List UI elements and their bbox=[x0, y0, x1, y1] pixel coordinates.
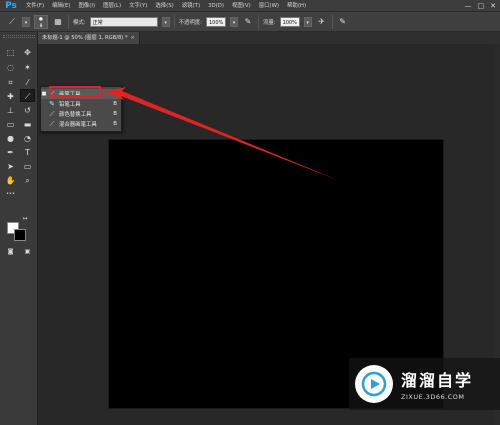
brush-preset-dropdown[interactable]: ▾ bbox=[22, 16, 30, 27]
menu-select[interactable]: 选择(S) bbox=[151, 0, 177, 12]
more-tools-icon[interactable]: ••• bbox=[3, 188, 18, 201]
brush-size-picker[interactable]: ● 8 bbox=[34, 14, 48, 29]
quick-mask-icon[interactable]: ◙ bbox=[3, 245, 18, 258]
path-select-icon[interactable]: ➤ bbox=[3, 160, 18, 173]
flyout-shortcut: B bbox=[113, 111, 117, 117]
minimize-icon[interactable]: — bbox=[465, 0, 472, 12]
document-tab-strip: 未标题-1 @ 50% (图层 1, RGB/8) * × bbox=[38, 32, 500, 44]
dodge-icon[interactable]: ◔ bbox=[20, 132, 35, 145]
window-controls: — □ ✕ bbox=[465, 0, 497, 12]
airbrush-icon[interactable]: ✈ bbox=[316, 16, 328, 28]
flow-label: 流量: bbox=[263, 19, 276, 26]
document-tab-title: 未标题-1 @ 50% (图层 1, RGB/8) * bbox=[42, 35, 128, 41]
play-icon bbox=[361, 371, 387, 397]
eyedropper-icon[interactable]: ⁄ bbox=[20, 76, 35, 89]
mode-select[interactable]: 正常 bbox=[89, 16, 158, 27]
type-icon[interactable]: T bbox=[20, 146, 35, 159]
watermark-text: 溜溜自学 ZIXUE.3D66.COM bbox=[401, 367, 473, 401]
brush-panel-icon[interactable]: ▦ bbox=[52, 16, 64, 28]
watermark-url: ZIXUE.3D66.COM bbox=[401, 393, 465, 401]
watermark-logo-icon bbox=[355, 365, 393, 403]
opacity-input[interactable]: 100% bbox=[206, 16, 226, 27]
pressure-opacity-icon[interactable]: ✎ bbox=[242, 16, 254, 28]
highlight-box bbox=[49, 86, 101, 97]
menu-file[interactable]: 文件(F) bbox=[22, 0, 48, 12]
pencil-icon: ✎ bbox=[49, 100, 55, 108]
clone-stamp-icon[interactable]: ⊥ bbox=[3, 104, 18, 117]
menu-bar: Ps 文件(F) 编辑(E) 图像(I) 图层(L) 文字(Y) 选择(S) 滤… bbox=[0, 0, 500, 12]
menu-type[interactable]: 文字(Y) bbox=[125, 0, 151, 12]
maximize-icon[interactable]: □ bbox=[478, 0, 485, 12]
eraser-icon[interactable]: ▭ bbox=[3, 118, 18, 131]
menu-image[interactable]: 图像(I) bbox=[75, 0, 100, 12]
magic-wand-icon[interactable]: ✶ bbox=[20, 61, 35, 74]
swap-colors-icon[interactable]: ↔ bbox=[20, 215, 30, 223]
separator bbox=[258, 14, 259, 29]
watermark-title: 溜溜自学 bbox=[401, 371, 474, 390]
opacity-label: 不透明度: bbox=[178, 19, 202, 26]
background-color-swatch[interactable] bbox=[14, 229, 26, 241]
close-icon[interactable]: ✕ bbox=[490, 0, 496, 12]
separator bbox=[173, 14, 175, 29]
menu-layer[interactable]: 图层(L) bbox=[99, 0, 125, 12]
brush-size-value: 8 bbox=[39, 23, 43, 29]
photoshop-logo: Ps bbox=[5, 0, 17, 11]
hand-icon[interactable]: ✋ bbox=[3, 174, 18, 187]
brush-preset-icon[interactable]: ⟋ bbox=[6, 16, 18, 28]
healing-brush-icon[interactable]: ✚ bbox=[3, 90, 18, 103]
screen-mode-icon[interactable]: ▣ bbox=[20, 245, 35, 258]
toolbar-grip[interactable] bbox=[3, 35, 35, 38]
mode-label: 模式: bbox=[73, 19, 86, 26]
flyout-label: 铅笔工具 bbox=[59, 102, 81, 108]
lasso-icon[interactable]: ◌ bbox=[3, 61, 18, 74]
rectangle-icon[interactable]: ▭ bbox=[20, 160, 35, 173]
flow-dropdown-icon[interactable]: ▾ bbox=[303, 16, 312, 27]
mode-dropdown-icon[interactable]: ▾ bbox=[161, 16, 170, 27]
options-bar: ⟋ ▾ ● 8 ▦ 模式: 正常 ▾ 不透明度: 100% ▾ ✎ 流量: 100… bbox=[0, 12, 500, 32]
mixer-brush-icon: ⟋ bbox=[49, 119, 55, 128]
flyout-label: 混合器画笔工具 bbox=[59, 122, 97, 128]
color-replace-icon: ⟋ bbox=[49, 109, 55, 118]
crop-icon[interactable]: ⌗ bbox=[3, 76, 18, 89]
pen-icon[interactable]: ✒ bbox=[3, 146, 18, 159]
marquee-icon[interactable]: ⬚ bbox=[3, 46, 18, 59]
pressure-size-icon[interactable]: ✎ bbox=[337, 16, 349, 28]
flow-input[interactable]: 100% bbox=[279, 16, 300, 27]
separator bbox=[331, 14, 333, 29]
flyout-shortcut: B bbox=[113, 101, 117, 107]
flyout-shortcut: B bbox=[113, 121, 117, 127]
opacity-dropdown-icon[interactable]: ▾ bbox=[230, 16, 238, 27]
watermark: 溜溜自学 ZIXUE.3D66.COM bbox=[349, 358, 500, 410]
flyout-item-pencil[interactable]: ✎ 铅笔工具 B bbox=[41, 99, 121, 109]
flyout-shortcut: B bbox=[113, 91, 117, 97]
tab-close-icon[interactable]: × bbox=[131, 35, 135, 41]
menu-3d[interactable]: 3D(D) bbox=[204, 0, 228, 12]
document-tab[interactable]: 未标题-1 @ 50% (图层 1, RGB/8) * × bbox=[38, 32, 140, 44]
flyout-item-mixer-brush[interactable]: ⟋ 混合器画笔工具 B bbox=[41, 119, 121, 129]
flyout-item-color-replace[interactable]: ⟋ 颜色替换工具 B bbox=[41, 109, 121, 119]
gradient-icon[interactable]: ▬ bbox=[20, 118, 35, 131]
menu-window[interactable]: 窗口(W) bbox=[255, 0, 283, 12]
zoom-icon[interactable]: ⌕ bbox=[20, 174, 35, 187]
tools-panel: ⬚ ✥ ◌ ✶ ⌗ ⁄ ✚ ⟋ ⊥ ↺ ▭ ▬ ● ◔ ✒ T ➤ ▭ ✋ ⌕ … bbox=[0, 32, 38, 425]
move-icon[interactable]: ✥ bbox=[20, 46, 35, 59]
flyout-label: 颜色替换工具 bbox=[59, 112, 92, 118]
menu-filter[interactable]: 滤镜(T) bbox=[178, 0, 204, 12]
menu-help[interactable]: 帮助(H) bbox=[283, 0, 310, 12]
menu-view[interactable]: 视图(V) bbox=[228, 0, 255, 12]
history-brush-icon[interactable]: ↺ bbox=[20, 104, 35, 117]
brush-icon[interactable]: ⟋ bbox=[20, 89, 35, 102]
separator bbox=[68, 14, 69, 29]
menu-edit[interactable]: 编辑(E) bbox=[48, 0, 74, 12]
blur-icon[interactable]: ● bbox=[3, 132, 18, 145]
